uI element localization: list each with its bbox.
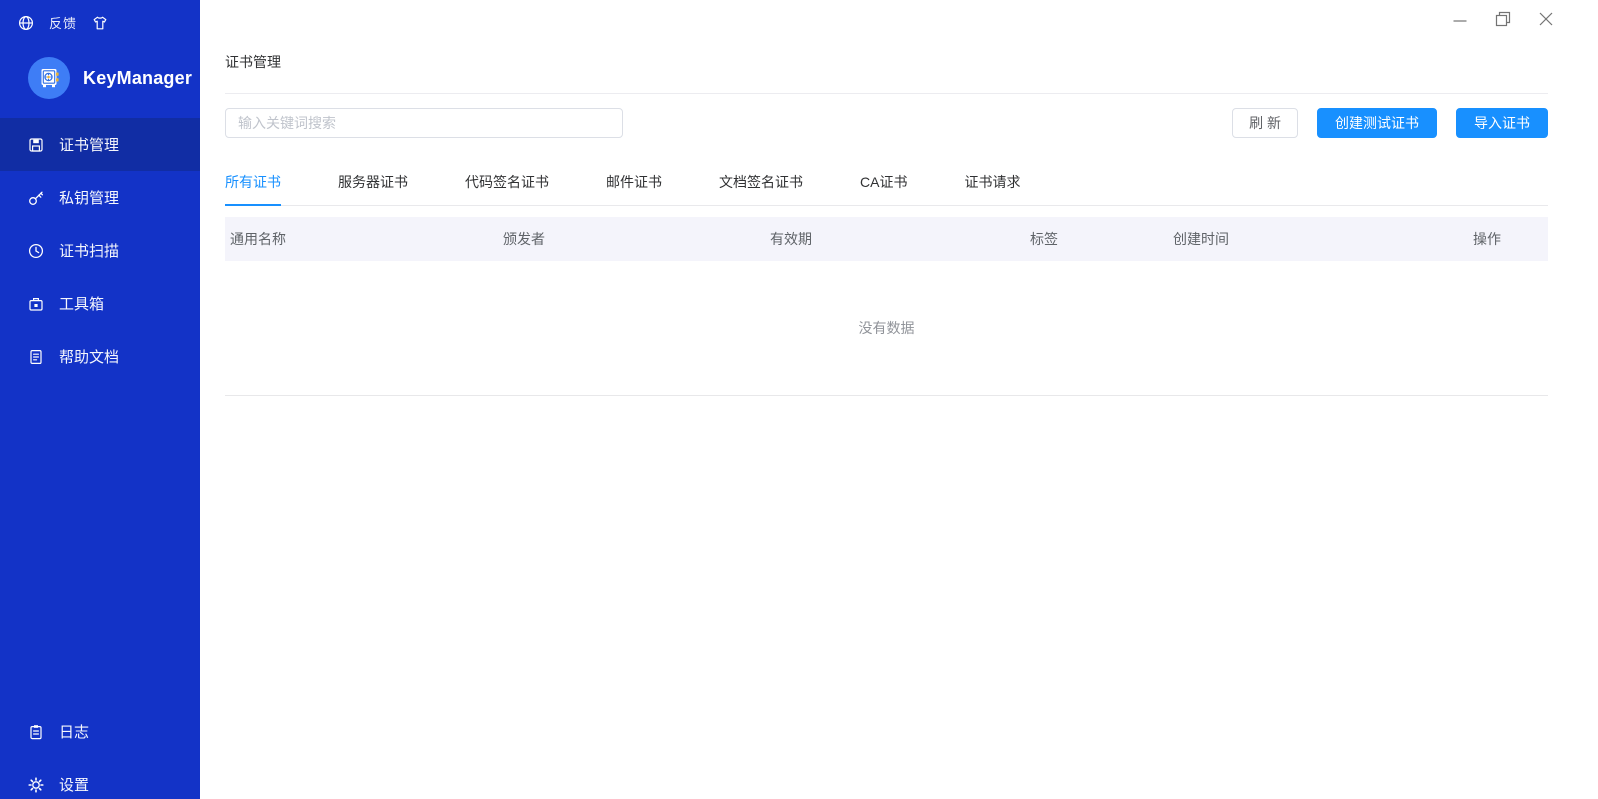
log-icon: [28, 724, 44, 740]
gear-icon: [28, 776, 44, 793]
close-button[interactable]: [1537, 10, 1554, 27]
sidebar-item-label: 私钥管理: [59, 190, 120, 207]
tab-cert-requests[interactable]: 证书请求: [964, 159, 1020, 205]
column-header-actions: 操作: [1473, 231, 1501, 247]
column-header-tag: 标签: [1030, 231, 1058, 247]
column-header-created-at: 创建时间: [1173, 231, 1229, 247]
sidebar-item-cert-scan[interactable]: 证书扫描: [0, 224, 200, 277]
sidebar-item-logs[interactable]: 日志: [0, 705, 200, 758]
sidebar: 反馈 KeyManager 证书管理 私钥管理 证书扫描 工具箱 帮助文档 日志…: [0, 0, 200, 799]
column-header-common-name: 通用名称: [230, 231, 286, 247]
shirt-icon[interactable]: [92, 15, 108, 31]
main-content: 证书管理 刷 新 创建测试证书 导入证书 所有证书 服务器证书 代码签名证书 邮…: [200, 0, 1598, 799]
sidebar-item-cert-management[interactable]: 证书管理: [0, 118, 200, 171]
safe-icon: [37, 66, 61, 90]
tab-doc-signing-certs[interactable]: 文档签名证书: [719, 159, 803, 205]
brand: KeyManager: [28, 57, 200, 99]
sidebar-bottom-menu: 日志 设置: [0, 705, 200, 799]
scan-icon: [28, 243, 44, 259]
sidebar-item-label: 帮助文档: [59, 349, 120, 366]
sidebar-item-settings[interactable]: 设置: [0, 758, 200, 799]
sidebar-item-label: 证书扫描: [59, 243, 120, 260]
cert-table-header: 通用名称 颁发者 有效期 标签 创建时间 操作: [225, 217, 1548, 261]
empty-state: 没有数据: [225, 261, 1548, 396]
sidebar-item-toolbox[interactable]: 工具箱: [0, 277, 200, 330]
create-test-cert-button[interactable]: 创建测试证书: [1317, 108, 1437, 138]
toolbox-icon: [28, 296, 44, 312]
globe-icon[interactable]: [18, 15, 34, 31]
sidebar-titlebar: 反馈: [0, 0, 200, 32]
restore-button[interactable]: [1494, 10, 1511, 27]
search-input[interactable]: [225, 108, 623, 138]
tab-all-certs[interactable]: 所有证书: [225, 159, 281, 206]
app-window: 反馈 KeyManager 证书管理 私钥管理 证书扫描 工具箱 帮助文档 日志…: [0, 0, 1598, 799]
sidebar-item-private-keys[interactable]: 私钥管理: [0, 171, 200, 224]
certificate-manage-icon: [28, 137, 44, 153]
cert-tabs: 所有证书 服务器证书 代码签名证书 邮件证书 文档签名证书 CA证书 证书请求: [225, 159, 1548, 206]
import-cert-button[interactable]: 导入证书: [1456, 108, 1548, 138]
column-header-issuer: 颁发者: [503, 231, 545, 247]
brand-name: KeyManager: [83, 67, 193, 88]
sidebar-item-label: 工具箱: [59, 296, 105, 313]
empty-state-text: 没有数据: [858, 320, 915, 336]
toolbar-buttons: 刷 新 创建测试证书 导入证书: [1232, 108, 1548, 138]
app-logo: [28, 57, 70, 99]
column-header-validity: 有效期: [770, 231, 812, 247]
tab-email-certs[interactable]: 邮件证书: [606, 159, 662, 205]
sidebar-menu: 证书管理 私钥管理 证书扫描 工具箱 帮助文档: [0, 118, 200, 383]
sidebar-item-help-docs[interactable]: 帮助文档: [0, 330, 200, 383]
tab-code-signing-certs[interactable]: 代码签名证书: [465, 159, 549, 205]
feedback-link[interactable]: 反馈: [49, 13, 77, 32]
sidebar-item-label: 设置: [59, 777, 90, 794]
tab-server-certs[interactable]: 服务器证书: [338, 159, 408, 205]
tab-ca-certs[interactable]: CA证书: [860, 159, 907, 205]
key-icon: [28, 190, 44, 206]
page-title: 证书管理: [225, 0, 1548, 94]
help-doc-icon: [28, 349, 44, 365]
sidebar-item-label: 证书管理: [59, 137, 120, 154]
toolbar: 刷 新 创建测试证书 导入证书: [225, 108, 1548, 138]
window-controls: [1451, 10, 1554, 27]
refresh-button[interactable]: 刷 新: [1232, 108, 1298, 138]
sidebar-item-label: 日志: [59, 724, 90, 741]
minimize-button[interactable]: [1451, 10, 1468, 27]
